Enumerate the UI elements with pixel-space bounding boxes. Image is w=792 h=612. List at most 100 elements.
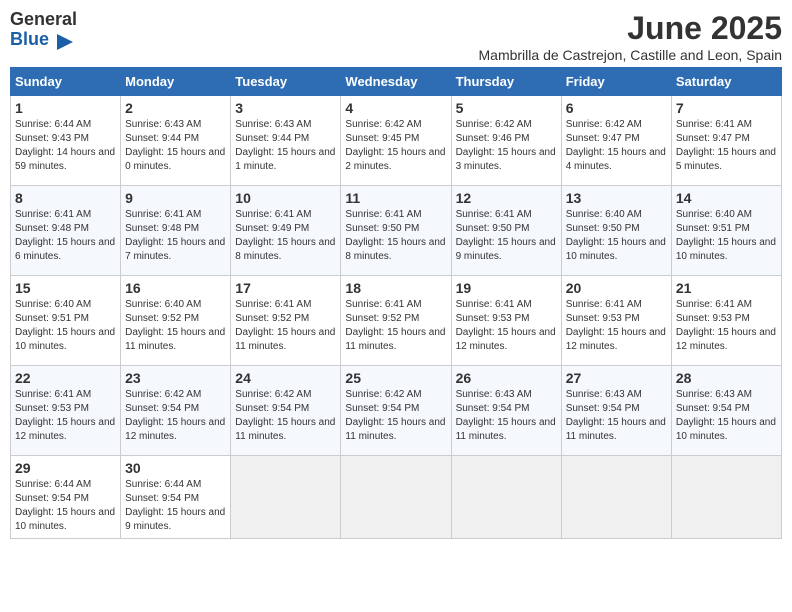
day-info: Sunrise: 6:41 AMSunset: 9:48 PMDaylight:…	[125, 209, 225, 262]
day-number: 29	[15, 460, 116, 476]
day-info: Sunrise: 6:41 AMSunset: 9:48 PMDaylight:…	[15, 209, 115, 262]
day-number: 2	[125, 100, 226, 116]
column-header-saturday: Saturday	[671, 68, 781, 96]
title-section: June 2025 Mambrilla de Castrejon, Castil…	[479, 10, 783, 63]
calendar-cell: 18 Sunrise: 6:41 AMSunset: 9:52 PMDaylig…	[341, 276, 451, 366]
calendar-cell: 17 Sunrise: 6:41 AMSunset: 9:52 PMDaylig…	[231, 276, 341, 366]
page-header: General Blue June 2025 Mambrilla de Cast…	[10, 10, 782, 63]
calendar-cell: 2 Sunrise: 6:43 AMSunset: 9:44 PMDayligh…	[121, 96, 231, 186]
logo-general: General	[10, 9, 77, 29]
day-info: Sunrise: 6:40 AMSunset: 9:51 PMDaylight:…	[676, 209, 776, 262]
logo: General Blue	[10, 10, 77, 56]
calendar-cell: 13 Sunrise: 6:40 AMSunset: 9:50 PMDaylig…	[561, 186, 671, 276]
calendar-cell: 29 Sunrise: 6:44 AMSunset: 9:54 PMDaylig…	[11, 456, 121, 539]
day-number: 8	[15, 190, 116, 206]
day-info: Sunrise: 6:43 AMSunset: 9:54 PMDaylight:…	[456, 389, 556, 442]
calendar-cell: 3 Sunrise: 6:43 AMSunset: 9:44 PMDayligh…	[231, 96, 341, 186]
day-info: Sunrise: 6:42 AMSunset: 9:45 PMDaylight:…	[345, 119, 445, 172]
day-number: 18	[345, 280, 446, 296]
calendar-week-3: 15 Sunrise: 6:40 AMSunset: 9:51 PMDaylig…	[11, 276, 782, 366]
calendar-cell: 27 Sunrise: 6:43 AMSunset: 9:54 PMDaylig…	[561, 366, 671, 456]
day-number: 4	[345, 100, 446, 116]
column-header-thursday: Thursday	[451, 68, 561, 96]
day-number: 1	[15, 100, 116, 116]
calendar-cell: 28 Sunrise: 6:43 AMSunset: 9:54 PMDaylig…	[671, 366, 781, 456]
calendar-table: SundayMondayTuesdayWednesdayThursdayFrid…	[10, 67, 782, 539]
day-info: Sunrise: 6:44 AMSunset: 9:43 PMDaylight:…	[15, 119, 115, 172]
day-number: 12	[456, 190, 557, 206]
day-info: Sunrise: 6:40 AMSunset: 9:51 PMDaylight:…	[15, 299, 115, 352]
day-number: 21	[676, 280, 777, 296]
calendar-cell	[231, 456, 341, 539]
calendar-cell: 11 Sunrise: 6:41 AMSunset: 9:50 PMDaylig…	[341, 186, 451, 276]
day-info: Sunrise: 6:41 AMSunset: 9:50 PMDaylight:…	[456, 209, 556, 262]
day-info: Sunrise: 6:43 AMSunset: 9:44 PMDaylight:…	[235, 119, 335, 172]
column-header-wednesday: Wednesday	[341, 68, 451, 96]
day-info: Sunrise: 6:43 AMSunset: 9:44 PMDaylight:…	[125, 119, 225, 172]
calendar-cell: 26 Sunrise: 6:43 AMSunset: 9:54 PMDaylig…	[451, 366, 561, 456]
day-info: Sunrise: 6:41 AMSunset: 9:53 PMDaylight:…	[566, 299, 666, 352]
calendar-week-5: 29 Sunrise: 6:44 AMSunset: 9:54 PMDaylig…	[11, 456, 782, 539]
calendar-week-4: 22 Sunrise: 6:41 AMSunset: 9:53 PMDaylig…	[11, 366, 782, 456]
calendar-week-1: 1 Sunrise: 6:44 AMSunset: 9:43 PMDayligh…	[11, 96, 782, 186]
day-number: 7	[676, 100, 777, 116]
column-header-monday: Monday	[121, 68, 231, 96]
calendar-cell: 19 Sunrise: 6:41 AMSunset: 9:53 PMDaylig…	[451, 276, 561, 366]
calendar-cell: 23 Sunrise: 6:42 AMSunset: 9:54 PMDaylig…	[121, 366, 231, 456]
calendar-header-row: SundayMondayTuesdayWednesdayThursdayFrid…	[11, 68, 782, 96]
day-info: Sunrise: 6:41 AMSunset: 9:50 PMDaylight:…	[345, 209, 445, 262]
calendar-cell: 6 Sunrise: 6:42 AMSunset: 9:47 PMDayligh…	[561, 96, 671, 186]
day-number: 13	[566, 190, 667, 206]
calendar-cell: 4 Sunrise: 6:42 AMSunset: 9:45 PMDayligh…	[341, 96, 451, 186]
day-info: Sunrise: 6:41 AMSunset: 9:53 PMDaylight:…	[456, 299, 556, 352]
calendar-cell: 15 Sunrise: 6:40 AMSunset: 9:51 PMDaylig…	[11, 276, 121, 366]
day-info: Sunrise: 6:44 AMSunset: 9:54 PMDaylight:…	[125, 479, 225, 532]
calendar-week-2: 8 Sunrise: 6:41 AMSunset: 9:48 PMDayligh…	[11, 186, 782, 276]
day-number: 5	[456, 100, 557, 116]
day-number: 9	[125, 190, 226, 206]
day-number: 16	[125, 280, 226, 296]
calendar-cell: 12 Sunrise: 6:41 AMSunset: 9:50 PMDaylig…	[451, 186, 561, 276]
day-info: Sunrise: 6:41 AMSunset: 9:52 PMDaylight:…	[235, 299, 335, 352]
day-number: 28	[676, 370, 777, 386]
calendar-cell: 10 Sunrise: 6:41 AMSunset: 9:49 PMDaylig…	[231, 186, 341, 276]
column-header-tuesday: Tuesday	[231, 68, 341, 96]
day-number: 24	[235, 370, 336, 386]
day-number: 30	[125, 460, 226, 476]
day-info: Sunrise: 6:41 AMSunset: 9:49 PMDaylight:…	[235, 209, 335, 262]
logo-container: General Blue	[10, 10, 77, 56]
calendar-cell: 14 Sunrise: 6:40 AMSunset: 9:51 PMDaylig…	[671, 186, 781, 276]
calendar-cell: 7 Sunrise: 6:41 AMSunset: 9:47 PMDayligh…	[671, 96, 781, 186]
day-number: 11	[345, 190, 446, 206]
calendar-cell: 8 Sunrise: 6:41 AMSunset: 9:48 PMDayligh…	[11, 186, 121, 276]
logo-triangle-icon	[55, 32, 75, 57]
calendar-cell: 9 Sunrise: 6:41 AMSunset: 9:48 PMDayligh…	[121, 186, 231, 276]
day-info: Sunrise: 6:41 AMSunset: 9:53 PMDaylight:…	[15, 389, 115, 442]
calendar-cell: 1 Sunrise: 6:44 AMSunset: 9:43 PMDayligh…	[11, 96, 121, 186]
day-number: 25	[345, 370, 446, 386]
day-number: 17	[235, 280, 336, 296]
column-header-friday: Friday	[561, 68, 671, 96]
calendar-cell	[341, 456, 451, 539]
calendar-cell	[451, 456, 561, 539]
day-number: 15	[15, 280, 116, 296]
day-info: Sunrise: 6:43 AMSunset: 9:54 PMDaylight:…	[566, 389, 666, 442]
day-number: 22	[15, 370, 116, 386]
calendar-cell: 20 Sunrise: 6:41 AMSunset: 9:53 PMDaylig…	[561, 276, 671, 366]
calendar-cell	[671, 456, 781, 539]
day-info: Sunrise: 6:40 AMSunset: 9:50 PMDaylight:…	[566, 209, 666, 262]
calendar-cell: 24 Sunrise: 6:42 AMSunset: 9:54 PMDaylig…	[231, 366, 341, 456]
calendar-cell: 16 Sunrise: 6:40 AMSunset: 9:52 PMDaylig…	[121, 276, 231, 366]
day-info: Sunrise: 6:40 AMSunset: 9:52 PMDaylight:…	[125, 299, 225, 352]
column-header-sunday: Sunday	[11, 68, 121, 96]
day-info: Sunrise: 6:42 AMSunset: 9:46 PMDaylight:…	[456, 119, 556, 172]
calendar-cell: 30 Sunrise: 6:44 AMSunset: 9:54 PMDaylig…	[121, 456, 231, 539]
calendar-cell: 5 Sunrise: 6:42 AMSunset: 9:46 PMDayligh…	[451, 96, 561, 186]
calendar-cell: 22 Sunrise: 6:41 AMSunset: 9:53 PMDaylig…	[11, 366, 121, 456]
day-number: 27	[566, 370, 667, 386]
day-number: 20	[566, 280, 667, 296]
day-info: Sunrise: 6:42 AMSunset: 9:54 PMDaylight:…	[125, 389, 225, 442]
calendar-cell: 25 Sunrise: 6:42 AMSunset: 9:54 PMDaylig…	[341, 366, 451, 456]
day-info: Sunrise: 6:44 AMSunset: 9:54 PMDaylight:…	[15, 479, 115, 532]
day-number: 3	[235, 100, 336, 116]
